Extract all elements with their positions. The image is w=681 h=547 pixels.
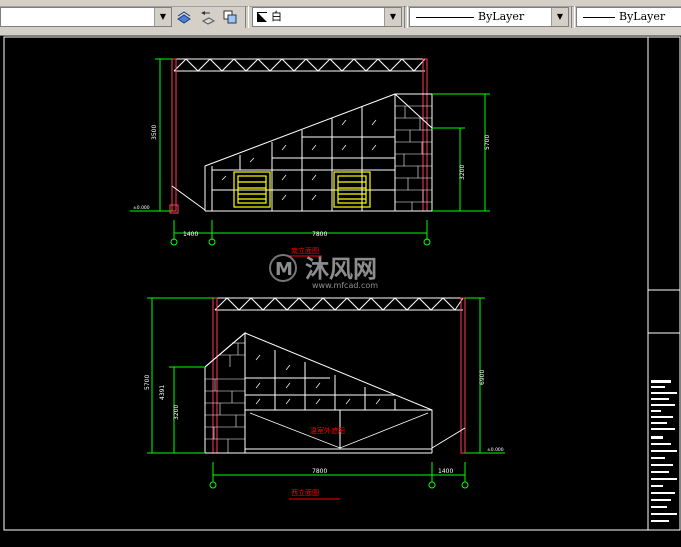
height-total-label-bottom: 5700 [144, 375, 151, 390]
drawing-canvas[interactable]: 1400 7800 5700 3200 3500 ±0.000 南立面图 M 沐… [0, 36, 681, 543]
linetype-line-icon [416, 17, 474, 18]
height-left-label: 3500 [151, 125, 158, 140]
height-low-label-bottom: 3200 [173, 405, 180, 420]
watermark-url: www.mfcad.com [312, 281, 378, 290]
lineweight-line-icon [583, 17, 615, 18]
dim-left-label: 1400 [183, 231, 198, 238]
cad-drawing: 1400 7800 5700 3200 3500 ±0.000 南立面图 M 沐… [3, 36, 681, 531]
toolbar-separator [571, 6, 575, 28]
layer-states-icon[interactable] [174, 7, 194, 27]
roof-truss-bottom [214, 297, 464, 311]
chevron-down-icon[interactable]: ▼ [551, 8, 568, 26]
linetype-value: ByLayer [478, 10, 525, 23]
height-right-label-bottom: 6900 [479, 370, 486, 385]
toolbar-separator [245, 6, 249, 28]
upper-toolbar-edge [0, 0, 681, 7]
column-left-bottom [212, 297, 218, 454]
watermark-cn: 沐风网 [305, 255, 377, 283]
dim-main-label-bottom: 7800 [312, 468, 327, 475]
color-dropdown[interactable]: 白 ▼ [252, 7, 402, 27]
dim-main-label: 7800 [312, 231, 327, 238]
greenhouse-body-bottom [204, 332, 433, 454]
top-elevation: 1400 7800 5700 3200 3500 ±0.000 南立面图 [130, 58, 491, 257]
entry-slope-bottom [431, 427, 466, 449]
color-swatch-icon [257, 12, 268, 23]
title-block-text [651, 380, 677, 522]
dim-right-label-bottom: 1400 [438, 468, 453, 475]
height-mid-label-bottom: 4391 [159, 385, 166, 400]
dimension-lines [130, 58, 490, 246]
color-value: 白 [271, 10, 282, 23]
properties-toolbar: ▼ 白 ▼ ByLayer ▼ ByLayer [0, 0, 681, 36]
top-view-title: 南立面图 [291, 246, 319, 255]
elevation-label-bottom: ±0.000 [487, 447, 504, 453]
bottom-view-title: 西立面图 [291, 488, 319, 497]
lineweight-value: ByLayer [619, 10, 666, 23]
layer-isolate-icon[interactable] [220, 7, 240, 27]
height-low-label: 3200 [459, 165, 466, 180]
chevron-down-icon[interactable]: ▼ [384, 8, 401, 26]
elevation-label: ±0.000 [133, 205, 150, 211]
layer-dropdown[interactable]: ▼ [0, 7, 172, 27]
lineweight-dropdown[interactable]: ByLayer [576, 7, 681, 27]
toolbar-separator [404, 6, 408, 28]
footing-marker [169, 204, 179, 214]
linetype-dropdown[interactable]: ByLayer ▼ [409, 7, 569, 27]
chevron-down-icon[interactable]: ▼ [154, 8, 171, 26]
bottom-elevation: 7800 1400 5700 4391 3200 6900 ±0.000 温室外… [144, 297, 505, 500]
roof-truss [173, 58, 426, 72]
shading-label: 温室外遮阳 [310, 426, 345, 435]
watermark-logo-glyph: M [275, 259, 293, 280]
column-right [422, 58, 428, 212]
dimension-lines-bottom [147, 297, 505, 489]
height-total-label: 5700 [484, 135, 491, 150]
brick-wall-bottom [204, 331, 246, 454]
entry-slope [171, 185, 206, 211]
mfcad-watermark: M 沐风网 www.mfcad.com [269, 254, 378, 290]
layer-previous-icon[interactable] [197, 7, 217, 27]
